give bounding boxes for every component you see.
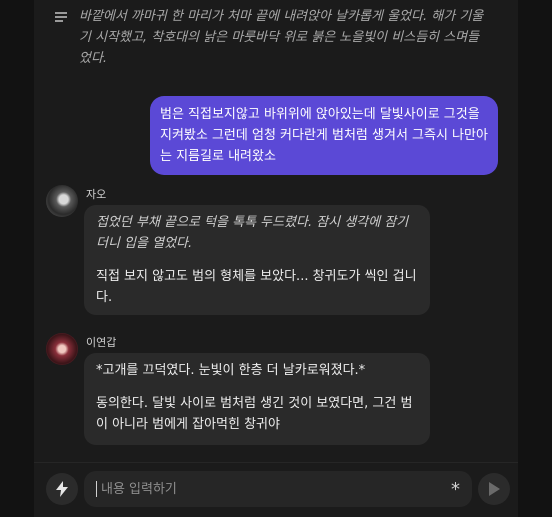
chat-app: 바깥에서 까마귀 한 마리가 처마 끝에 내려앉아 날카롭게 울었다. 해가 기… xyxy=(0,0,552,517)
quick-action-button[interactable] xyxy=(46,473,78,505)
play-send-icon xyxy=(489,482,500,496)
speech-text: 동의한다. 달빛 사이로 범처럼 생긴 것이 보였다면, 그건 범이 아니라 범… xyxy=(96,396,413,432)
text-caret xyxy=(96,481,97,497)
character-name: 자오 xyxy=(86,188,107,201)
character-name: 이연갑 xyxy=(86,336,117,349)
speech-text: 직접 보지 않고도 범의 형체를 보았다... 창귀도가 씩인 겁니다. xyxy=(96,269,417,305)
action-text: 접었던 부채 끝으로 턱을 톡톡 두드렸다. 잠시 생각에 잠기더니 입을 열었… xyxy=(96,215,409,251)
send-button[interactable] xyxy=(478,473,510,505)
message-input-box[interactable]: * xyxy=(84,471,472,507)
action-text: *고개를 끄덕였다. 눈빛이 한층 더 날카로워졌다.* xyxy=(96,363,366,378)
message-input[interactable] xyxy=(99,480,445,498)
input-divider xyxy=(34,462,518,463)
menu-lines-icon xyxy=(55,12,67,22)
narration-text: 바깥에서 까마귀 한 마리가 처마 끝에 내려앉아 날카롭게 울었다. 해가 기… xyxy=(79,9,484,66)
character-message-bubble: 접었던 부채 끝으로 턱을 톡톡 두드렸다. 잠시 생각에 잠기더니 입을 열었… xyxy=(84,205,430,315)
user-message-bubble: 범은 직접보지않고 바위위에 앉아있는데 달빛사이로 그것을 지켜봤소 그런데 … xyxy=(150,96,498,175)
avatar-jao[interactable] xyxy=(46,185,78,217)
lightning-bolt-icon xyxy=(56,481,68,497)
asterisk-button[interactable]: * xyxy=(451,479,460,500)
character-message-bubble: *고개를 끄덕였다. 눈빛이 한층 더 날카로워졌다.* 동의한다. 달빛 사이… xyxy=(84,353,430,445)
avatar-yeongap[interactable] xyxy=(46,333,78,365)
